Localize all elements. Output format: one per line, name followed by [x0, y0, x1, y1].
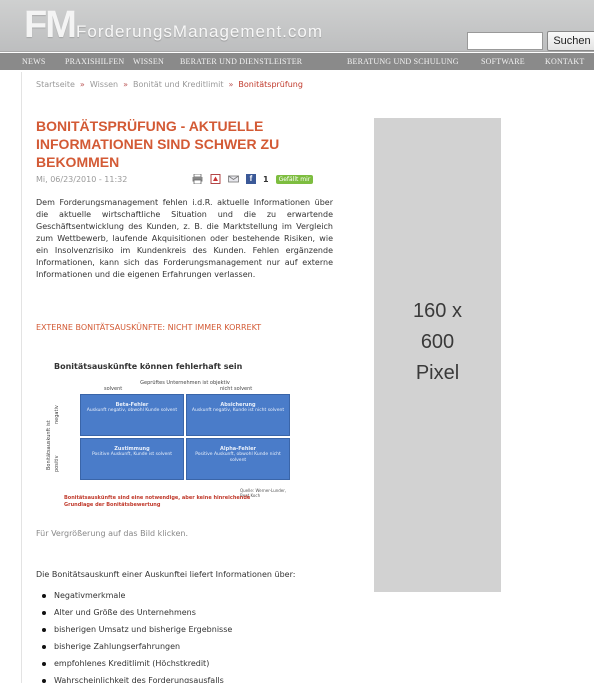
breadcrumb-home[interactable]: Startseite	[36, 80, 75, 89]
diagram-row-positive: positiv	[54, 455, 60, 472]
article-date: Mi, 06/23/2010 - 11:32	[36, 175, 128, 184]
facebook-icon[interactable]: f	[246, 174, 256, 184]
diagram-col-solvent: solvent	[104, 386, 123, 392]
site-name[interactable]: ForderungsManagement.com	[76, 22, 323, 42]
cell-text: Auskunft negativ, obwohl Kunde solvent	[86, 408, 178, 413]
ad-placeholder[interactable]: 160 x 600 Pixel	[374, 118, 501, 592]
diagram-cell-beta: Beta-Fehler Auskunft negativ, obwohl Kun…	[80, 394, 184, 436]
print-icon[interactable]	[192, 174, 203, 184]
breadcrumb: Startseite » Wissen » Bonität und Kreditlimi…	[36, 80, 303, 89]
list-intro: Die Bonitätsauskunft einer Auskunftei li…	[36, 570, 296, 579]
diagram-cell-zustimmung: Zustimmung Positive Auskunft, Kunde ist …	[80, 438, 184, 480]
breadcrumb-bonitaet[interactable]: Bonität und Kreditlimit	[133, 80, 223, 89]
nav-item-news[interactable]: News	[22, 57, 45, 66]
list-item: bisherige Zahlungserfahrungen	[40, 638, 232, 655]
bonitaet-diagram-image[interactable]: Bonitätsauskünfte können fehlerhaft sein…	[40, 352, 290, 522]
ad-size-label: 160 x 600 Pixel	[374, 296, 501, 389]
diagram-col-not-solvent: nicht solvent	[220, 386, 253, 392]
ad-line-1: 160 x	[413, 300, 462, 322]
cell-text: Positive Auskunft, obwohl Kunde nicht so…	[195, 452, 281, 463]
breadcrumb-wissen[interactable]: Wissen	[90, 80, 118, 89]
search-input[interactable]	[467, 32, 543, 50]
diagram-cell-absicherung: Absicherung Auskunft negativ, Kunde ist …	[186, 394, 290, 436]
like-button[interactable]: Gefällt mir	[275, 174, 314, 184]
list-item: empfohlenes Kreditlimit (Höchstkredit)	[40, 655, 232, 672]
breadcrumb-separator: »	[228, 80, 234, 89]
info-list: Negativmerkmale Alter und Größe des Unte…	[40, 587, 232, 683]
nav-item-berater[interactable]: Berater und Dienstleister	[180, 57, 302, 66]
ad-line-2: 600	[420, 331, 455, 353]
breadcrumb-current: Bonitätsprüfung	[238, 80, 303, 89]
diagram-row-negative: negativ	[54, 405, 60, 424]
nav-item-beratung[interactable]: Beratung und Schulung	[347, 57, 459, 66]
diagram-cell-alpha: Alpha-Fehler Positive Auskunft, obwohl K…	[186, 438, 290, 480]
list-item: bisherigen Umsatz und bisherige Ergebnis…	[40, 621, 232, 638]
diagram-title: Bonitätsauskünfte können fehlerhaft sein	[54, 362, 243, 371]
list-item: Negativmerkmale	[40, 587, 232, 604]
search-button[interactable]: Suchen	[547, 31, 594, 51]
facebook-count: 1	[263, 174, 269, 184]
site-header: FM ForderungsManagement.com Suchen	[0, 0, 594, 52]
cell-text: Auskunft negativ, Kunde ist nicht solven…	[191, 408, 285, 413]
pdf-icon[interactable]	[210, 174, 221, 184]
nav-item-praxishilfen[interactable]: Praxishilfen	[65, 57, 124, 66]
list-item: Alter und Größe des Unternehmens	[40, 604, 232, 621]
nav-item-wissen[interactable]: Wissen	[133, 57, 164, 66]
article-tools: f 1 Gefällt mir	[192, 174, 314, 184]
list-item: Wahrscheinlichkeit des Forderungsausfall…	[40, 672, 232, 683]
logo[interactable]: FM	[24, 4, 77, 47]
diagram-note: Bonitätsauskünfte sind eine notwendige, …	[64, 495, 251, 508]
page-title: Bonitätsprüfung - aktuelle Informationen…	[36, 118, 280, 170]
email-icon[interactable]	[228, 174, 239, 184]
breadcrumb-separator: »	[79, 80, 85, 89]
cell-text: Positive Auskunft, Kunde ist solvent	[91, 452, 173, 457]
main-nav: News Praxishilfen Wissen Berater und Die…	[0, 53, 594, 70]
nav-item-kontakt[interactable]: Kontakt	[545, 57, 584, 66]
diagram-side-label: Bonitätsauskunft ist	[46, 420, 52, 470]
breadcrumb-separator: »	[123, 80, 129, 89]
section-heading: Externe Bonitätsauskünfte: nicht immer k…	[36, 323, 262, 332]
article-intro: Dem Forderungsmanagement fehlen i.d.R. a…	[36, 198, 333, 279]
ad-line-3: Pixel	[415, 362, 460, 384]
enlarge-hint: Für Vergrößerung auf das Bild klicken.	[36, 529, 189, 538]
nav-item-software[interactable]: Software	[481, 57, 525, 66]
content-divider	[21, 72, 22, 683]
